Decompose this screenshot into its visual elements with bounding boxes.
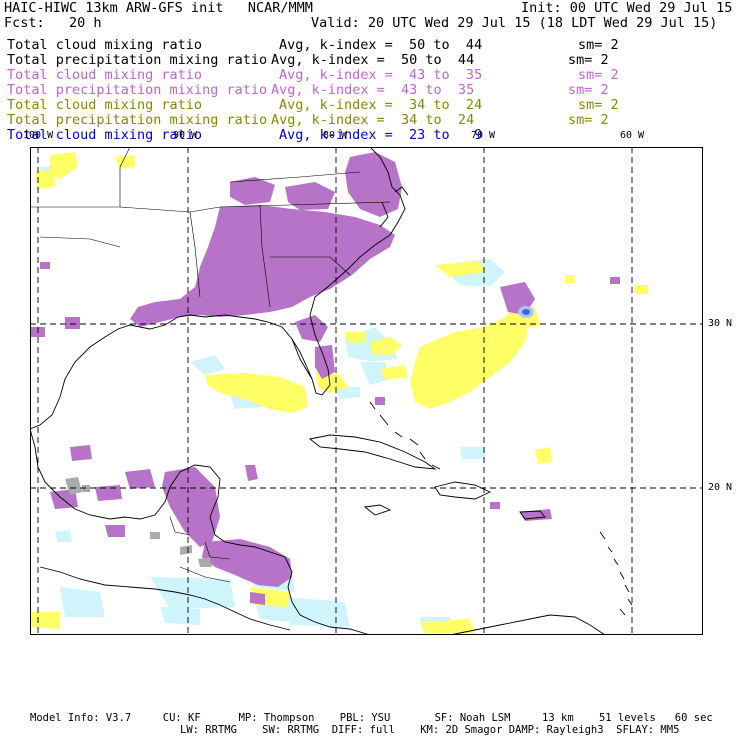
legend-row-4-range: Avg, k-index = 43 to 35 xyxy=(271,82,475,98)
lon-label-70w: 70 W xyxy=(471,130,496,141)
legend-row-2-range: Avg, k-index = 50 to 44 xyxy=(271,52,475,68)
legend-row-4-name: Total precipitation mixing ratio xyxy=(7,82,268,98)
legend-row-3-range: Avg, k-index = 43 to 35 xyxy=(279,67,483,83)
lon-label-100w: 100 W xyxy=(23,130,54,141)
model-info-line1: Model Info: V3.7 CU: KF MP: Thompson PBL… xyxy=(30,712,713,724)
legend-row-5-smoothing: sm= 2 xyxy=(578,97,619,113)
map-title: HAIC-HIWC 13km ARW-GFS init NCAR/MMM xyxy=(4,0,313,16)
legend-row-6-range: Avg, k-index = 34 to 24 xyxy=(271,112,475,128)
legend-row-5-name: Total cloud mixing ratio xyxy=(7,97,203,113)
legend-row-7-range: Avg, k-index = 23 to 9 xyxy=(279,127,483,143)
legend-row-1-smoothing: sm= 2 xyxy=(578,37,619,53)
init-time: Init: 00 UTC Wed 29 Jul 15 xyxy=(521,0,733,16)
lat-label-30n: 30 N xyxy=(708,318,733,329)
forecast-map xyxy=(30,147,703,635)
legend-row-4-smoothing: sm= 2 xyxy=(568,82,609,98)
legend-row-5-range: Avg, k-index = 34 to 24 xyxy=(279,97,483,113)
lon-label-60w: 60 W xyxy=(620,130,645,141)
legend-row-2-smoothing: sm= 2 xyxy=(568,52,609,68)
valid-time: Valid: 20 UTC Wed 29 Jul 15 (18 LDT Wed … xyxy=(311,15,718,31)
legend-row-1-range: Avg, k-index = 50 to 44 xyxy=(279,37,483,53)
legend-row-6-smoothing: sm= 2 xyxy=(568,112,609,128)
map-background xyxy=(30,147,703,635)
legend-row-2-name: Total precipitation mixing ratio xyxy=(7,52,268,68)
forecast-hour: Fcst: 20 h xyxy=(4,15,102,31)
legend-row-3-name: Total cloud mixing ratio xyxy=(7,67,203,83)
model-info-line2: LW: RRTMG SW: RRTMG DIFF: full KM: 2D Sm… xyxy=(180,724,680,736)
legend-row-3-smoothing: sm= 2 xyxy=(578,67,619,83)
cloud-field-blue xyxy=(518,306,534,318)
legend-row-6-name: Total precipitation mixing ratio xyxy=(7,112,268,128)
legend-row-1-name: Total cloud mixing ratio xyxy=(7,37,203,53)
lon-label-90w: 90 W xyxy=(173,130,198,141)
lat-label-20n: 20 N xyxy=(708,482,733,493)
lon-label-80w: 80 W xyxy=(323,130,348,141)
